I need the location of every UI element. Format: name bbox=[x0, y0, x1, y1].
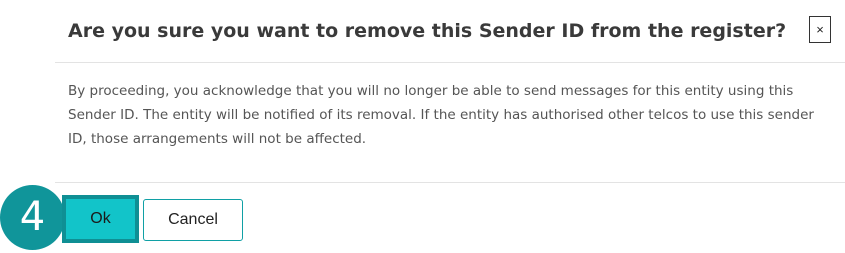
dialog-title: Are you sure you want to remove this Sen… bbox=[68, 20, 787, 42]
footer-divider bbox=[55, 182, 845, 183]
cancel-button[interactable]: Cancel bbox=[143, 199, 243, 241]
close-button[interactable]: × bbox=[809, 16, 831, 43]
dialog-body-text: By proceeding, you acknowledge that you … bbox=[68, 83, 814, 147]
header-divider bbox=[55, 62, 845, 63]
ok-button[interactable]: Ok bbox=[62, 195, 139, 243]
step-number-badge: 4 bbox=[0, 185, 65, 250]
remove-sender-id-dialog: Are you sure you want to remove this Sen… bbox=[0, 0, 845, 253]
